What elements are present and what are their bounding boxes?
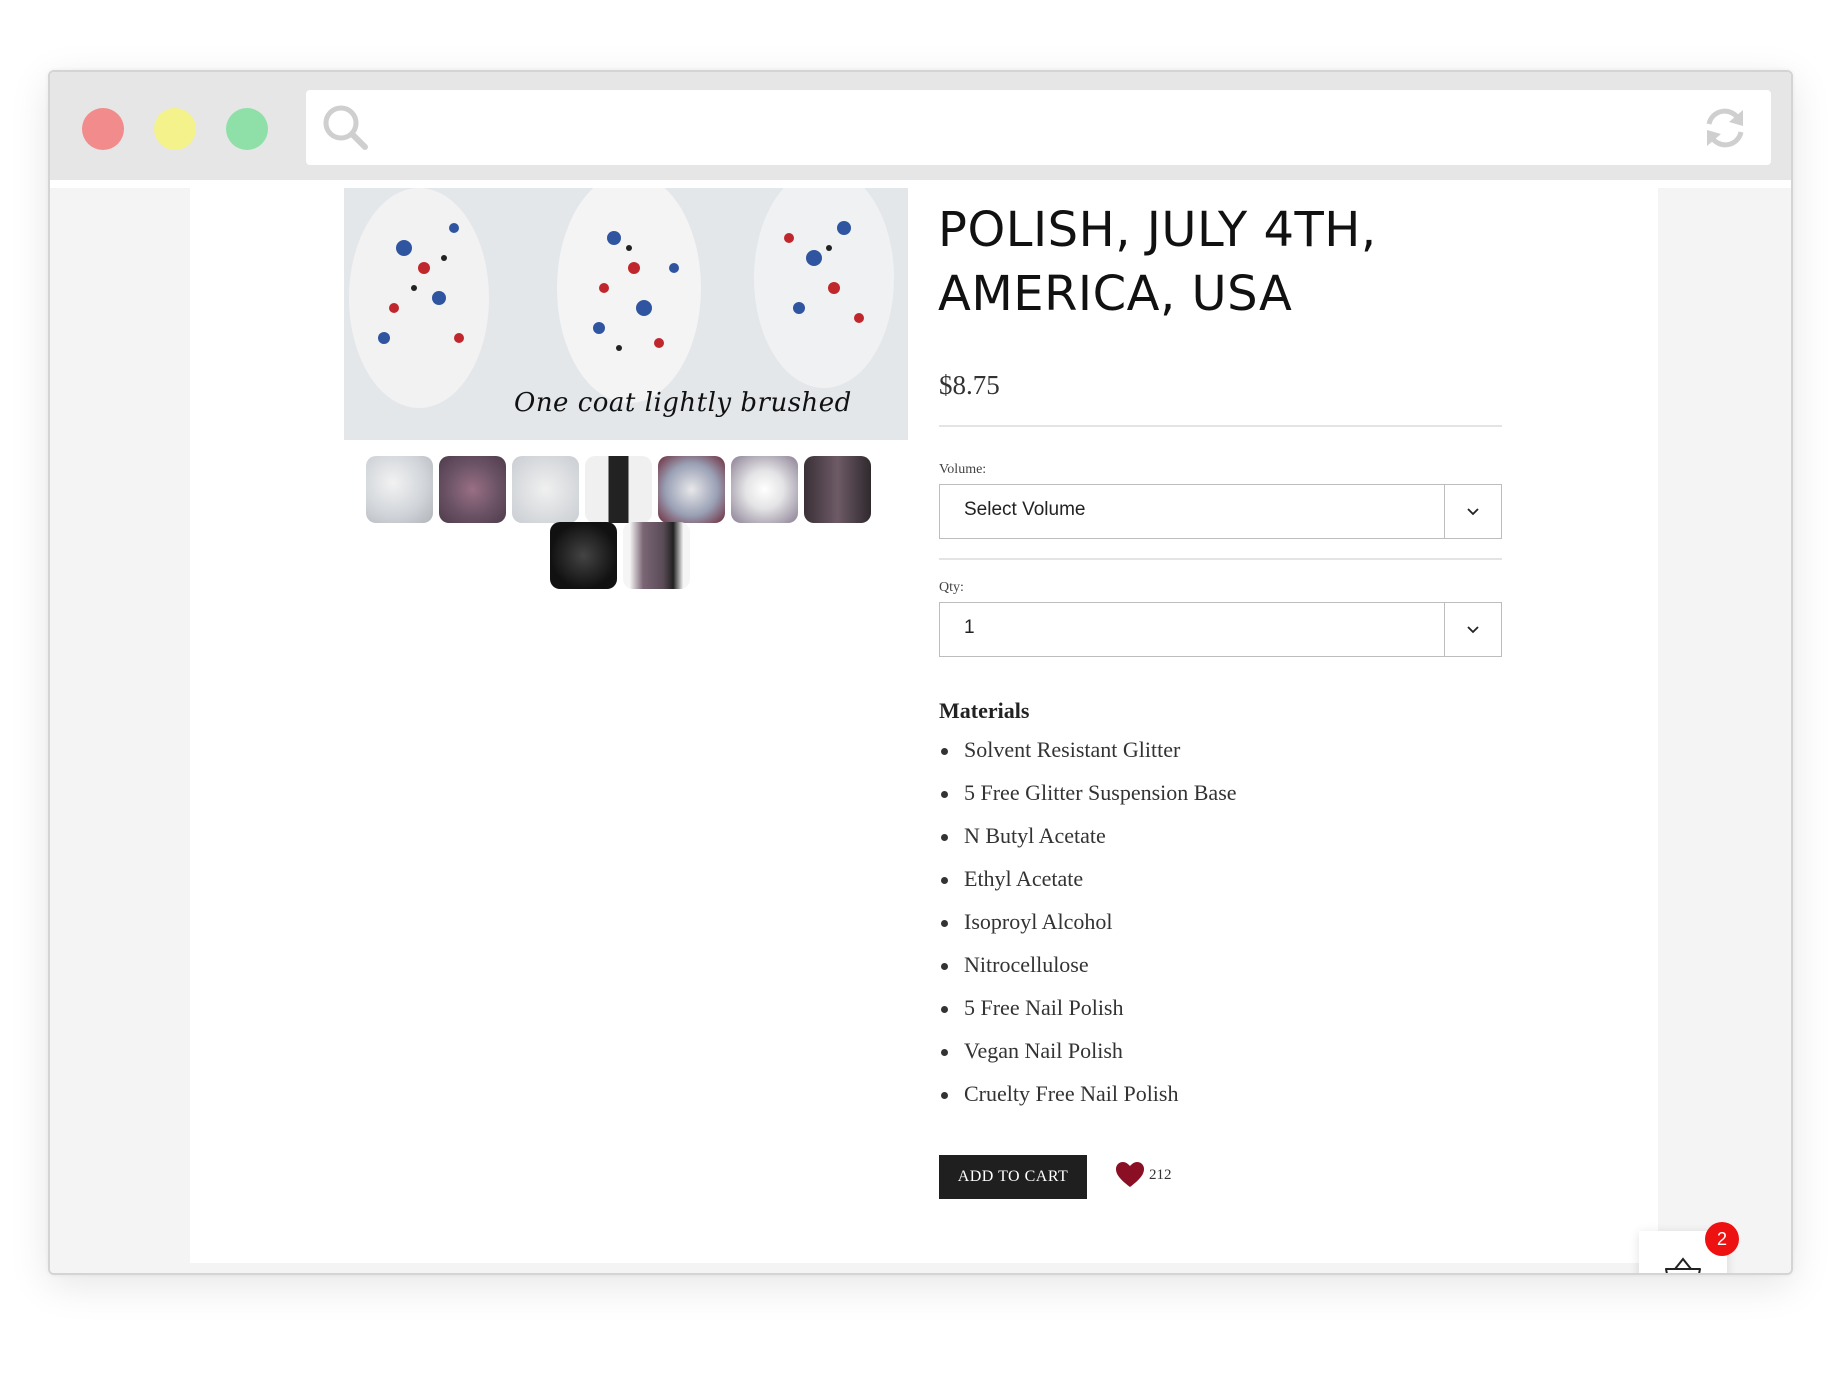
materials-heading: Materials — [939, 698, 1030, 723]
reload-icon[interactable] — [1699, 102, 1751, 154]
volume-label: Volume: — [939, 462, 987, 477]
add-to-cart-button[interactable]: ADD TO CART — [939, 1155, 1087, 1199]
product-title-line-1: POLISH, JULY 4TH, — [938, 202, 1377, 258]
qty-select-value: 1 — [964, 617, 975, 638]
thumbnail-1[interactable] — [366, 456, 433, 523]
list-item: Ethyl Acetate — [939, 865, 1237, 908]
materials-list: Solvent Resistant Glitter 5 Free Glitter… — [939, 736, 1237, 1123]
product-price: $8.75 — [939, 370, 1000, 400]
chevron-down-icon — [1467, 626, 1479, 634]
product-main-image[interactable]: One coat lightly brushed — [344, 188, 908, 440]
list-item: 5 Free Glitter Suspension Base — [939, 779, 1237, 822]
list-item: Cruelty Free Nail Polish — [939, 1080, 1237, 1123]
product-page: One coat lightly brushed POLISH, JULY 4T… — [190, 188, 1658, 1263]
qty-label: Qty: — [939, 580, 964, 595]
page-viewport: One coat lightly brushed POLISH, JULY 4T… — [50, 188, 1791, 1273]
favorites-count: 212 — [1149, 1167, 1172, 1183]
list-item: N Butyl Acetate — [939, 822, 1237, 865]
thumbnail-2[interactable] — [439, 456, 506, 523]
thumbnail-3[interactable] — [512, 456, 579, 523]
divider — [939, 558, 1502, 560]
browser-toolbar — [50, 72, 1791, 180]
search-icon — [323, 105, 368, 150]
thumbnail-6[interactable] — [731, 456, 798, 523]
chevron-down-icon — [1467, 508, 1479, 516]
address-bar[interactable] — [306, 90, 1771, 165]
list-item: Isoproyl Alcohol — [939, 908, 1237, 951]
volume-select-value: Select Volume — [964, 499, 1086, 520]
product-title: POLISH, JULY 4TH, AMERICA, USA — [938, 198, 1558, 326]
thumbnail-7[interactable] — [804, 456, 871, 523]
maximize-window-button[interactable] — [226, 108, 268, 150]
product-title-line-2: AMERICA, USA — [938, 266, 1293, 322]
select-divider — [1444, 603, 1445, 656]
minimize-window-button[interactable] — [154, 108, 196, 150]
thumbnail-9[interactable] — [623, 522, 690, 589]
cart-count-badge: 2 — [1705, 1222, 1739, 1256]
qty-select[interactable]: 1 — [939, 602, 1502, 657]
list-item: 5 Free Nail Polish — [939, 994, 1237, 1037]
list-item: Solvent Resistant Glitter — [939, 736, 1237, 779]
close-window-button[interactable] — [82, 108, 124, 150]
list-item: Vegan Nail Polish — [939, 1037, 1237, 1080]
browser-window: One coat lightly brushed POLISH, JULY 4T… — [48, 70, 1793, 1275]
favorite-button[interactable]: 212 — [1116, 1162, 1196, 1192]
divider — [939, 425, 1502, 427]
thumbnail-8[interactable] — [550, 522, 617, 589]
select-divider — [1444, 485, 1445, 538]
volume-select[interactable]: Select Volume — [939, 484, 1502, 539]
thumbnail-4[interactable] — [585, 456, 652, 523]
heart-icon — [1116, 1162, 1144, 1187]
basket-icon — [1665, 1257, 1701, 1273]
list-item: Nitrocellulose — [939, 951, 1237, 994]
thumbnail-5[interactable] — [658, 456, 725, 523]
image-caption: One coat lightly brushed — [514, 388, 852, 418]
